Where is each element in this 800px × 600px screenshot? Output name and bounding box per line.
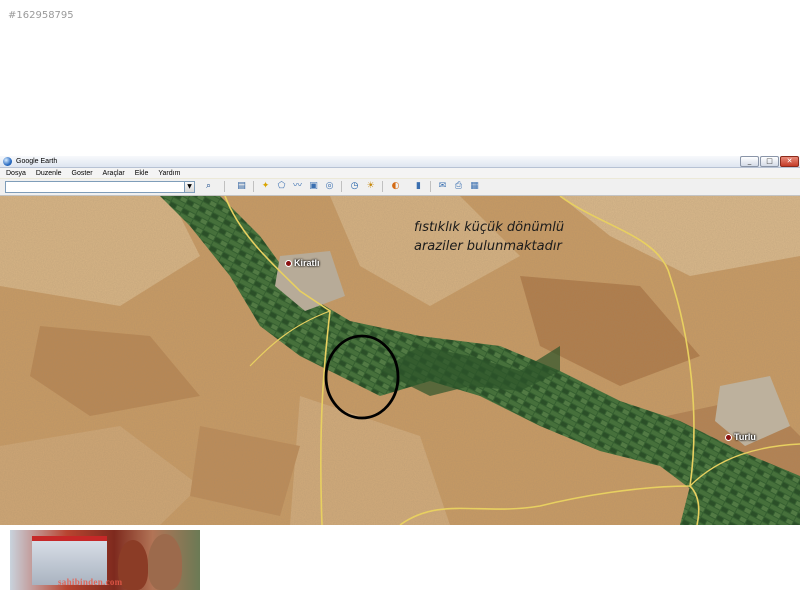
map-view[interactable]: fıstıklık küçük dönümlü araziler bulunma… (0, 196, 800, 525)
google-earth-window: Google Earth _ □ ✕ Dosya Duzenle Goster … (0, 156, 800, 525)
annotation-line-2: araziler bulunmaktadır (414, 239, 562, 254)
placemark-kiratli[interactable]: Kiratlı (285, 258, 320, 268)
toolbar-divider (430, 181, 431, 192)
email-icon[interactable]: ✉ (436, 180, 449, 193)
title-bar: Google Earth _ □ ✕ (0, 156, 800, 168)
listing-id: #162958795 (8, 10, 74, 21)
close-button[interactable]: ✕ (780, 156, 799, 167)
placemark-icon[interactable]: ✦ (259, 180, 272, 193)
satellite-imagery (0, 196, 800, 525)
menu-dosya[interactable]: Dosya (6, 170, 26, 177)
placemark-label: Turlu (734, 432, 756, 442)
menu-yardim[interactable]: Yardım (158, 170, 180, 177)
ruler-icon[interactable]: ▮ (412, 180, 425, 193)
toolbar: ▼ ⌕ ▤ ✦ ⬠ 〰 ▣ ◎ ◷ ☀ ◐ ▮ ✉ ⎙ ▦ (0, 179, 800, 196)
path-icon[interactable]: 〰 (291, 180, 304, 193)
search-dropdown-button[interactable]: ▼ (184, 181, 195, 193)
placemark-icon (285, 259, 292, 267)
maximize-button[interactable]: □ (760, 156, 779, 167)
toolbar-divider (382, 181, 383, 192)
polygon-icon[interactable]: ⬠ (275, 180, 288, 193)
placemark-icon (725, 433, 732, 441)
historical-imagery-icon[interactable]: ◷ (348, 180, 361, 193)
view-in-maps-icon[interactable]: ▦ (468, 180, 481, 193)
annotation-text: fıstıklık küçük dönümlü araziler bulunma… (414, 218, 564, 256)
window-title: Google Earth (16, 158, 58, 165)
toolbar-divider (253, 181, 254, 192)
toolbar-divider (341, 181, 342, 192)
annotation-line-1: fıstıklık küçük dönümlü (414, 220, 565, 235)
watermark-caption: sahibinden.com (58, 577, 123, 587)
thumbnail-image[interactable]: sahibinden.com (10, 530, 200, 590)
search-icon[interactable]: ⌕ (202, 180, 215, 193)
print-icon[interactable]: ⎙ (452, 180, 465, 193)
person-graphic (118, 540, 148, 590)
placemark-turlu[interactable]: Turlu (725, 432, 756, 442)
sidebar-toggle-icon[interactable]: ▤ (235, 180, 248, 193)
menu-duzenle[interactable]: Duzenle (36, 170, 62, 177)
tour-icon[interactable]: ◎ (323, 180, 336, 193)
google-earth-icon (3, 157, 12, 166)
placemark-label: Kiratlı (294, 258, 320, 268)
menu-bar: Dosya Duzenle Goster Araçlar Ekle Yardım (0, 168, 800, 178)
search-input[interactable] (5, 181, 189, 193)
window-controls: _ □ ✕ (740, 156, 799, 167)
menu-goster[interactable]: Goster (72, 170, 93, 177)
image-overlay-icon[interactable]: ▣ (307, 180, 320, 193)
person-graphic (148, 534, 182, 590)
menu-ekle[interactable]: Ekle (135, 170, 149, 177)
toolbar-divider (224, 181, 225, 192)
planet-switch-icon[interactable]: ◐ (389, 180, 402, 193)
minimize-button[interactable]: _ (740, 156, 759, 167)
sunlight-icon[interactable]: ☀ (364, 180, 377, 193)
menu-araclar[interactable]: Araçlar (103, 170, 125, 177)
